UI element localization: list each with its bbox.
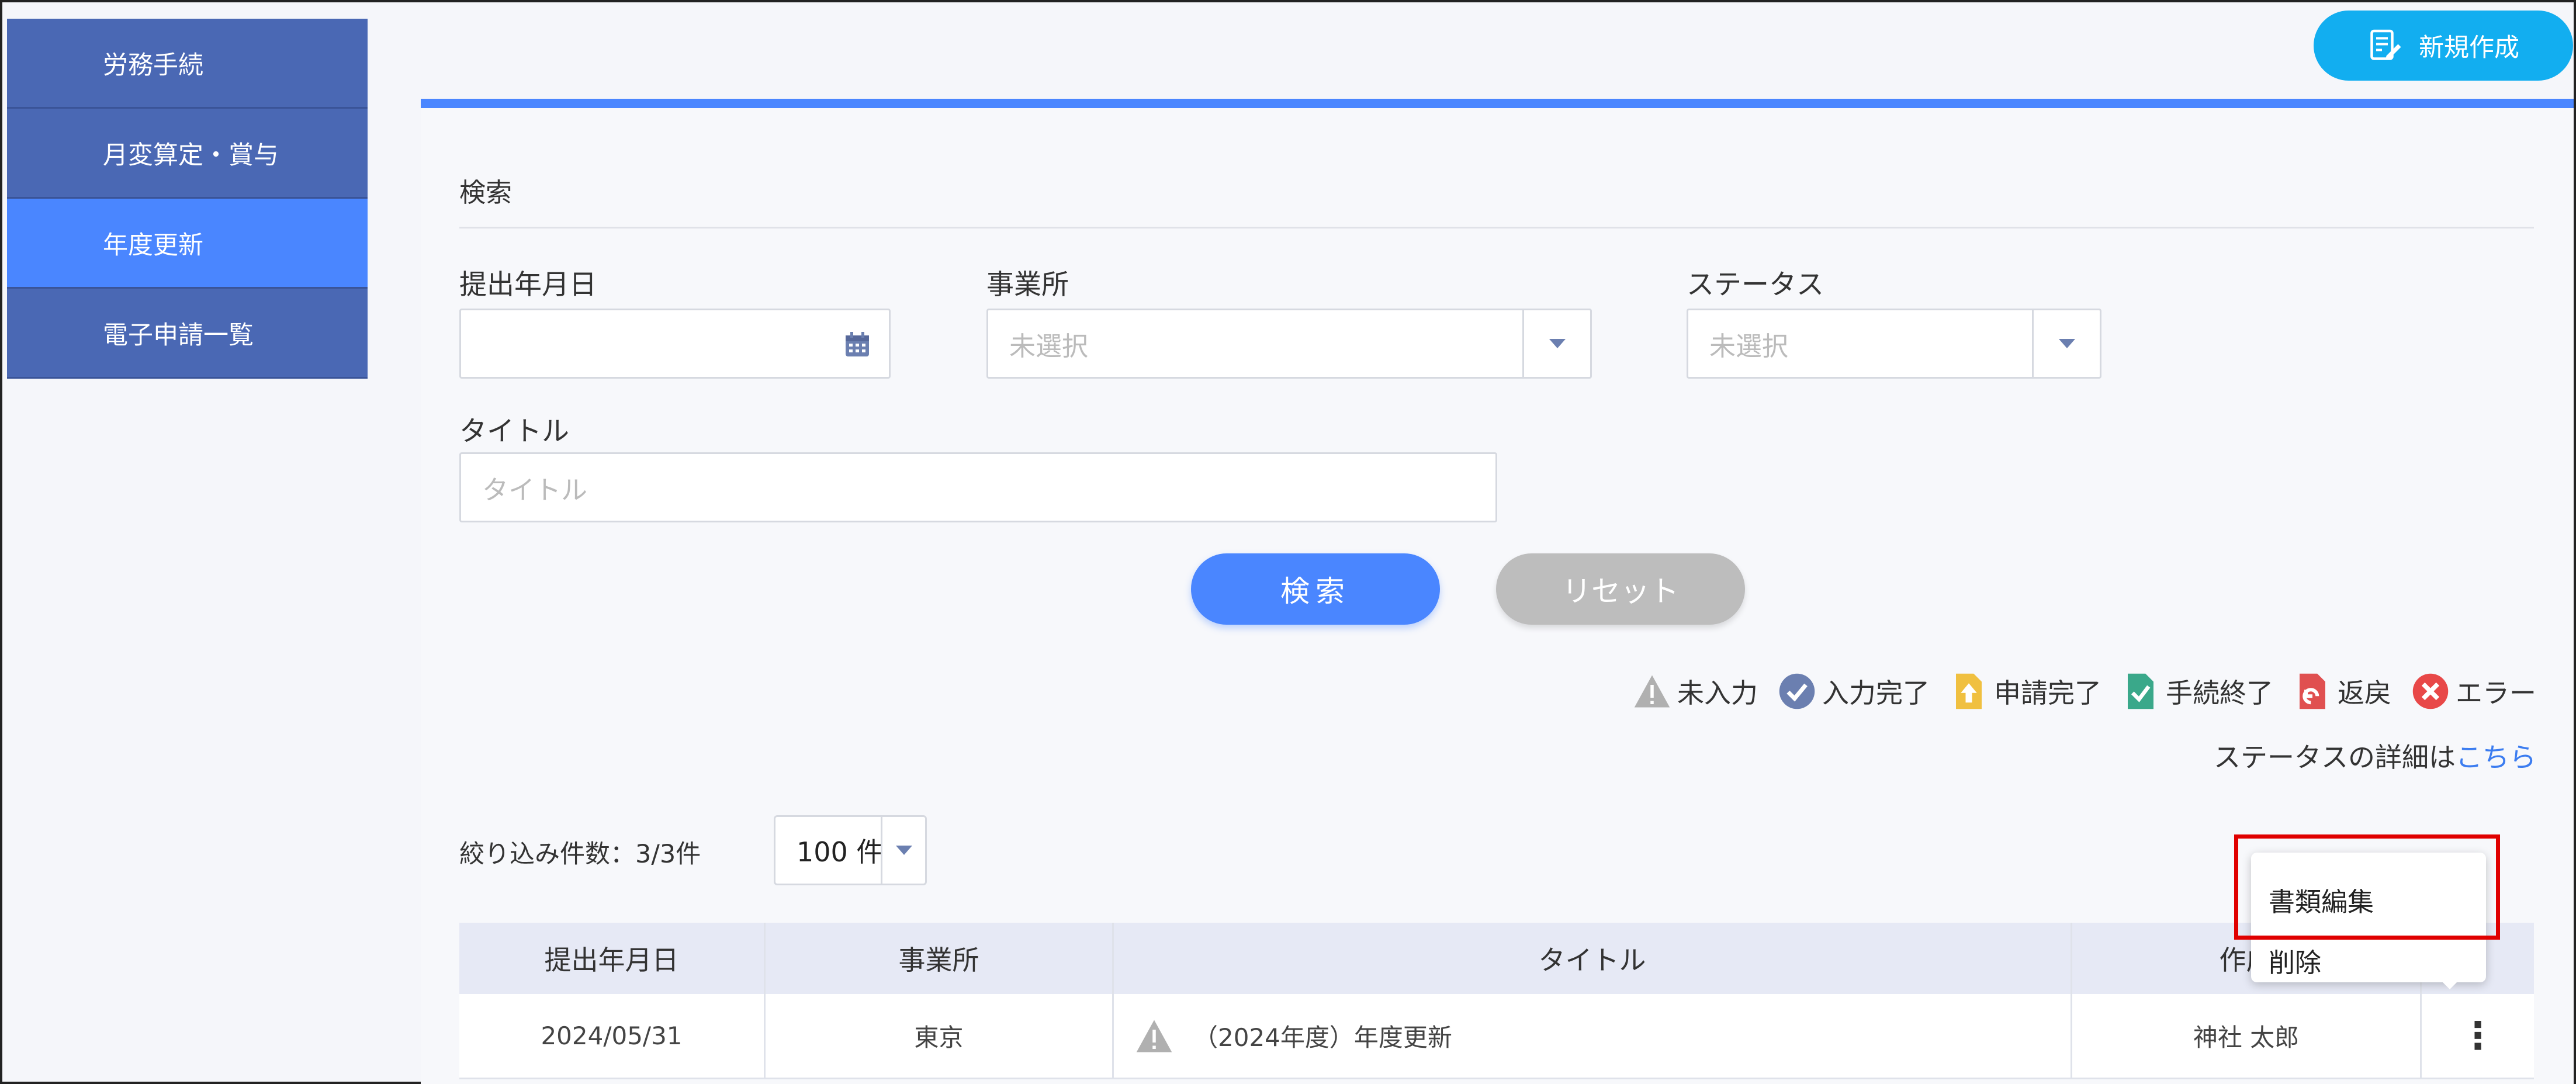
- warning-icon: [1136, 1020, 1172, 1052]
- legend-item: 未入力: [1633, 672, 1758, 711]
- chevron-down-icon[interactable]: [2032, 310, 2100, 377]
- search-section-title: 検索: [459, 177, 513, 208]
- cell-office: 東京: [766, 994, 1114, 1078]
- legend-item: エラー: [2411, 672, 2536, 711]
- status-value: 未選択: [1709, 330, 1789, 362]
- sidebar-item-e-application[interactable]: 電子申請一覧: [7, 289, 368, 379]
- legend-label: 返戻: [2338, 677, 2391, 709]
- legend-item: 返戻: [2293, 672, 2391, 711]
- sidebar-item-annual-update[interactable]: 年度更新: [7, 199, 368, 289]
- per-page-value: 100 件: [797, 836, 884, 868]
- new-create-button[interactable]: 新規作成: [2314, 11, 2573, 81]
- legend-item: 申請完了: [1950, 672, 2101, 711]
- row-menu-button[interactable]: ⋮: [2422, 994, 2534, 1078]
- status-legend: 未入力 入力完了 申請完了 手続終了 返戻 エラー: [1633, 672, 2536, 711]
- legend-label: 申請完了: [1994, 677, 2101, 709]
- status-detail: ステータスの詳細はこちら: [2214, 736, 2536, 775]
- legend-item: 入力完了: [1778, 672, 1930, 711]
- reset-button[interactable]: リセット: [1496, 553, 1745, 625]
- filter-count: 絞り込み件数：3/3件: [459, 840, 701, 869]
- kebab-menu-icon: ⋮: [2459, 1014, 2497, 1058]
- doc-check-icon: [2128, 673, 2153, 709]
- table-header: 提出年月日 事業所 タイトル 作成: [459, 923, 2534, 994]
- status-select[interactable]: 未選択: [1687, 309, 2101, 379]
- office-label: 事業所: [986, 269, 1069, 301]
- column-header[interactable]: 事業所: [766, 923, 1114, 994]
- check-circle-icon: [1779, 673, 1815, 709]
- chevron-down-icon[interactable]: [881, 817, 925, 884]
- cell-date: 2024/05/31: [459, 994, 766, 1078]
- sidebar: 労務手続 月変算定・賞与 年度更新 電子申請一覧: [7, 19, 368, 379]
- status-detail-text: ステータスの詳細は: [2214, 742, 2456, 773]
- warning-icon: [1634, 675, 1670, 708]
- edit-document-icon: [2370, 29, 2401, 60]
- sidebar-item-labor[interactable]: 労務手続: [7, 19, 368, 109]
- office-value: 未選択: [1009, 330, 1089, 362]
- search-button[interactable]: 検索: [1191, 553, 1440, 625]
- highlight-box: [2234, 834, 2500, 940]
- sidebar-item-bonus[interactable]: 月変算定・賞与: [7, 109, 368, 199]
- table-row[interactable]: 2024/05/31 東京 （2024年度）年度更新 神社 太郎 ⋮: [459, 994, 2534, 1079]
- calendar-icon[interactable]: [843, 330, 871, 359]
- upload-doc-icon: [1956, 673, 1982, 709]
- row-title: （2024年度）年度更新: [1193, 1023, 1452, 1052]
- new-create-label: 新規作成: [2419, 33, 2519, 63]
- legend-label: エラー: [2456, 677, 2536, 709]
- legend-label: 手続終了: [2166, 677, 2273, 709]
- return-doc-icon: [2300, 673, 2325, 709]
- column-header[interactable]: タイトル: [1114, 923, 2072, 994]
- status-detail-link[interactable]: こちら: [2456, 742, 2536, 773]
- divider: [459, 227, 2534, 228]
- status-label: ステータス: [1687, 269, 1824, 301]
- menu-item-delete[interactable]: 削除: [2269, 941, 2321, 979]
- chevron-down-icon[interactable]: [1522, 310, 1590, 377]
- cell-title[interactable]: （2024年度）年度更新: [1114, 994, 2072, 1078]
- legend-item: 手続終了: [2121, 672, 2273, 711]
- title-label: タイトル: [459, 415, 569, 448]
- sidebar-item-label: 年度更新: [103, 230, 203, 260]
- date-label: 提出年月日: [459, 269, 597, 301]
- cell-creator: 神社 太郎: [2072, 994, 2422, 1078]
- title-placeholder: タイトル: [482, 474, 588, 505]
- date-input[interactable]: [459, 309, 891, 379]
- menu-pointer: [2438, 978, 2461, 989]
- application-table: 提出年月日 事業所 タイトル 作成 2024/05/31 東京 （2024年度）…: [459, 923, 2534, 1079]
- per-page-select[interactable]: 100 件: [774, 815, 927, 885]
- sidebar-item-label: 月変算定・賞与: [103, 140, 279, 170]
- column-header[interactable]: 提出年月日: [459, 923, 766, 994]
- sidebar-item-label: 電子申請一覧: [103, 320, 254, 350]
- error-circle-icon: [2412, 673, 2449, 709]
- sidebar-item-label: 労務手続: [103, 50, 203, 80]
- legend-label: 未入力: [1677, 677, 1758, 709]
- legend-label: 入力完了: [1822, 677, 1930, 709]
- title-input[interactable]: タイトル: [459, 452, 1497, 522]
- office-select[interactable]: 未選択: [986, 309, 1592, 379]
